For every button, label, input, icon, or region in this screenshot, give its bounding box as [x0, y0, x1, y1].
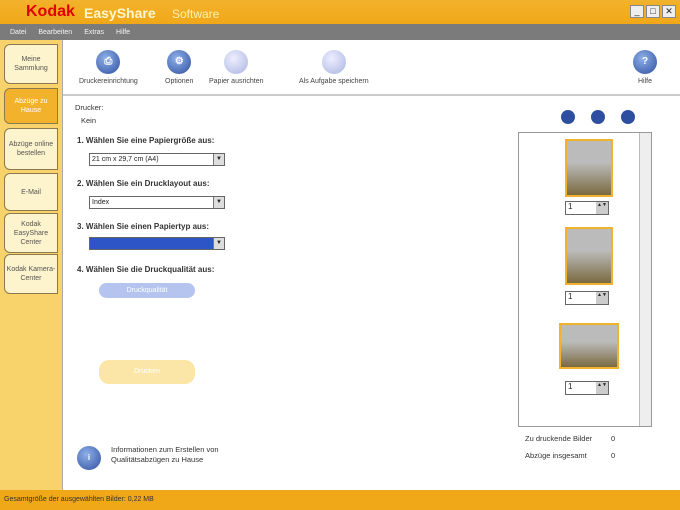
save-task-button[interactable]: Als Aufgabe speichern [299, 50, 369, 85]
chevron-down-icon: ▼ [213, 197, 224, 208]
printer-icon: ⎙ [96, 50, 121, 74]
print-button[interactable]: Drucken [99, 360, 195, 384]
minimize-button[interactable]: _ [630, 5, 644, 18]
scrollbar[interactable] [639, 133, 651, 426]
zoom-in-icon[interactable] [561, 110, 575, 124]
step-2-label: 2. Wählen Sie ein Drucklayout aus: [77, 179, 210, 188]
to-print-count: 0 [611, 434, 616, 443]
total-label: Abzüge insgesamt [525, 451, 587, 460]
paper-type-select[interactable]: ▼ [89, 237, 225, 250]
tab-abzuege-online[interactable]: Abzüge online bestellen [4, 128, 58, 170]
maximize-button[interactable]: □ [646, 5, 660, 18]
thumbnail[interactable] [565, 227, 613, 285]
menu-bar: Datei Bearbeiten Extras Hilfe [0, 24, 680, 40]
menu-extras[interactable]: Extras [84, 29, 104, 36]
total-count: 0 [611, 451, 616, 460]
quantity-stepper[interactable]: 1 ▲▼ [565, 201, 609, 215]
options-icon: ⚙ [167, 50, 192, 74]
chevron-down-icon: ▼ [213, 154, 224, 165]
remove-icon[interactable] [621, 110, 635, 124]
orient-icon [224, 50, 249, 74]
tab-abzuege-zu-hause[interactable]: Abzüge zu Hause [4, 88, 58, 124]
title-bar: Kodak EasyShare Software _ □ ✕ [0, 0, 680, 24]
thumbnail-list: 1 ▲▼ 1 ▲▼ 1 ▲▼ [518, 132, 652, 427]
kodak-logo: Kodak [26, 3, 75, 20]
orient-paper-button[interactable]: Papier ausrichten [209, 50, 263, 85]
printer-value: Kein [81, 116, 97, 125]
options-button[interactable]: ⚙ Optionen [165, 50, 193, 85]
toolbar: ⎙ Druckereinrichtung ⚙ Optionen Papier aus… [63, 40, 680, 96]
step-3-label: 3. Wählen Sie einen Papiertyp aus: [77, 222, 210, 231]
step-1-label: 1. Wählen Sie eine Papiergröße aus: [77, 136, 215, 145]
to-print-label: Zu druckende Bilder [525, 434, 593, 443]
thumbnail[interactable] [565, 139, 613, 197]
printer-setup-button[interactable]: ⎙ Druckereinrichtung [79, 50, 138, 85]
app-suffix: Software [172, 7, 220, 21]
help-icon: ? [633, 50, 657, 74]
tab-kamera-center[interactable]: Kodak Kamera-Center [4, 254, 58, 294]
printer-label: Drucker: [75, 103, 104, 112]
main-panel: ⎙ Druckereinrichtung ⚙ Optionen Papier aus… [62, 40, 680, 490]
tab-meine-sammlung[interactable]: Meine Sammlung [4, 44, 58, 84]
sidebar: Meine Sammlung Abzüge zu Hause Abzüge on… [0, 40, 62, 490]
help-button[interactable]: ? Hilfe [633, 50, 657, 85]
thumbnail[interactable] [559, 323, 619, 369]
rotate-icon[interactable] [591, 110, 605, 124]
tab-easyshare-center[interactable]: Kodak EasyShare Center [4, 213, 58, 253]
status-bar: Gesamtgröße der ausgewählten Bilder: 0,2… [0, 490, 680, 510]
quality-button[interactable]: Druckqualität [99, 283, 195, 298]
paper-size-select[interactable]: 21 cm x 29,7 cm (A4) ▼ [89, 153, 225, 166]
app-name: EasyShare [84, 5, 156, 21]
menu-bearbeiten[interactable]: Bearbeiten [38, 29, 72, 36]
layout-select[interactable]: Index ▼ [89, 196, 225, 209]
info-link[interactable]: Informationen zum Erstellen von Qualität… [111, 445, 271, 465]
quantity-stepper[interactable]: 1 ▲▼ [565, 291, 609, 305]
menu-hilfe[interactable]: Hilfe [116, 29, 130, 36]
step-4-label: 4. Wählen Sie die Druckqualität aus: [77, 265, 215, 274]
tab-email[interactable]: E-Mail [4, 173, 58, 211]
menu-datei[interactable]: Datei [10, 29, 26, 36]
quantity-stepper[interactable]: 1 ▲▼ [565, 381, 609, 395]
save-icon [321, 50, 346, 74]
close-button[interactable]: ✕ [662, 5, 676, 18]
info-icon[interactable]: i [77, 446, 101, 470]
chevron-down-icon: ▼ [213, 238, 224, 249]
